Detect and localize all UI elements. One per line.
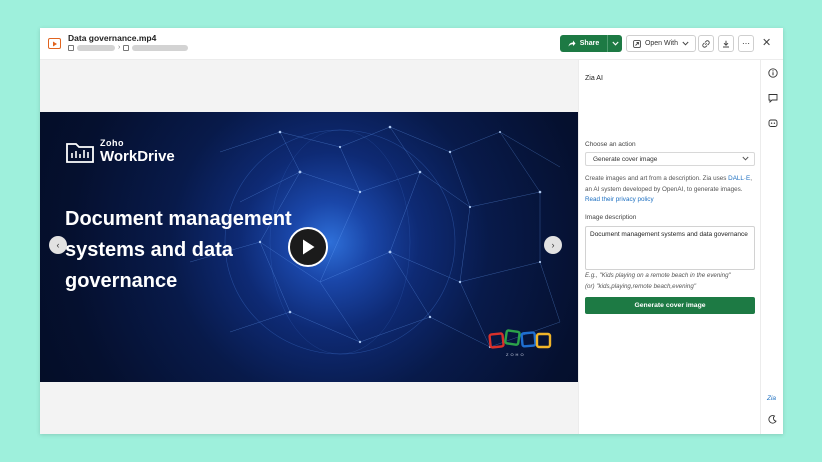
example-line-2: (or) "kids,playing,remote beach,evening" <box>585 282 697 290</box>
chevron-down-icon <box>742 156 749 161</box>
file-preview-window: Data governance.mp4 › Share Open With ⋯ … <box>40 28 783 434</box>
zia-ai-button[interactable] <box>767 117 778 128</box>
previous-button[interactable]: ‹ <box>49 236 67 254</box>
brand-zoho-text: Zoho <box>100 137 124 148</box>
zia-rail-label[interactable]: Zia <box>767 395 776 402</box>
share-button-group: Share <box>560 35 622 52</box>
viewer-area: Zoho WorkDrive Document management syste… <box>40 60 578 434</box>
chevron-left-icon: ‹ <box>56 240 60 250</box>
team-folder-icon <box>68 45 74 51</box>
next-button[interactable]: › <box>544 236 562 254</box>
zoho-logo-text: ZOHO <box>506 352 526 357</box>
description-text-1: Create images and art from a description… <box>585 175 729 182</box>
share-dropdown-button[interactable] <box>607 35 622 52</box>
open-with-label: Open With <box>644 40 679 47</box>
example-hint: E.g., "Kids playing on a remote beach in… <box>585 271 757 292</box>
breadcrumb-separator-icon: › <box>118 44 121 51</box>
breadcrumb-item-redacted[interactable] <box>77 45 115 51</box>
privacy-policy-link[interactable]: Read their privacy policy <box>585 196 654 203</box>
open-with-button[interactable]: Open With <box>626 35 696 52</box>
download-icon <box>723 40 729 47</box>
share-label: Share <box>579 40 600 47</box>
headline-line-3: governance <box>65 270 178 292</box>
play-icon <box>303 239 315 255</box>
open-with-icon <box>633 39 641 48</box>
video-player[interactable]: Zoho WorkDrive Document management syste… <box>40 112 578 382</box>
zoho-logo-icon <box>488 329 552 349</box>
chevron-down-icon <box>682 41 689 46</box>
zia-bot-icon <box>768 119 777 127</box>
breadcrumb-item-redacted[interactable] <box>132 45 189 51</box>
brand-text: Zoho WorkDrive <box>100 137 175 165</box>
chevron-right-icon: › <box>551 240 555 250</box>
panel-title: Zia AI <box>585 75 603 82</box>
image-description-label: Image description <box>585 214 637 221</box>
folder-icon <box>123 45 130 51</box>
info-icon <box>767 67 778 78</box>
workdrive-brand: Zoho WorkDrive <box>65 138 175 164</box>
more-icon: ⋯ <box>742 38 750 48</box>
zia-description: Create images and art from a description… <box>585 174 757 206</box>
file-title: Data governance.mp4 <box>68 33 157 43</box>
right-icon-rail: Zia <box>760 60 783 434</box>
share-button[interactable]: Share <box>560 35 607 52</box>
example-line-1: E.g., "Kids playing on a remote beach in… <box>585 272 731 279</box>
comment-icon <box>768 93 777 103</box>
close-button[interactable]: ✕ <box>762 37 771 50</box>
chevron-down-icon <box>611 41 619 46</box>
action-label: Choose an action <box>585 141 636 148</box>
preview-header: Data governance.mp4 › Share Open With ⋯ … <box>40 28 783 60</box>
info-button[interactable] <box>767 67 778 78</box>
action-select[interactable]: Generate cover image <box>585 152 755 166</box>
play-button[interactable] <box>288 227 328 267</box>
brand-workdrive-text: WorkDrive <box>100 147 175 165</box>
workdrive-logo-icon <box>66 143 94 163</box>
comments-button[interactable] <box>767 92 778 103</box>
zia-ai-panel: Zia AI Choose an action Generate cover i… <box>578 60 760 434</box>
more-options-button[interactable]: ⋯ <box>738 35 754 52</box>
moon-icon <box>768 415 777 424</box>
download-button[interactable] <box>718 35 734 52</box>
generate-cover-image-button[interactable]: Generate cover image <box>585 297 755 314</box>
link-icon <box>702 39 710 48</box>
image-description-textarea[interactable]: Document management systems and data gov… <box>585 226 755 270</box>
share-arrow-icon <box>568 40 576 47</box>
action-select-value: Generate cover image <box>593 156 658 163</box>
breadcrumb: › <box>68 44 189 52</box>
dalle-link[interactable]: DALL·E <box>728 175 750 182</box>
dark-mode-button[interactable] <box>767 414 778 425</box>
copy-link-button[interactable] <box>698 35 714 52</box>
video-file-icon <box>48 38 61 49</box>
